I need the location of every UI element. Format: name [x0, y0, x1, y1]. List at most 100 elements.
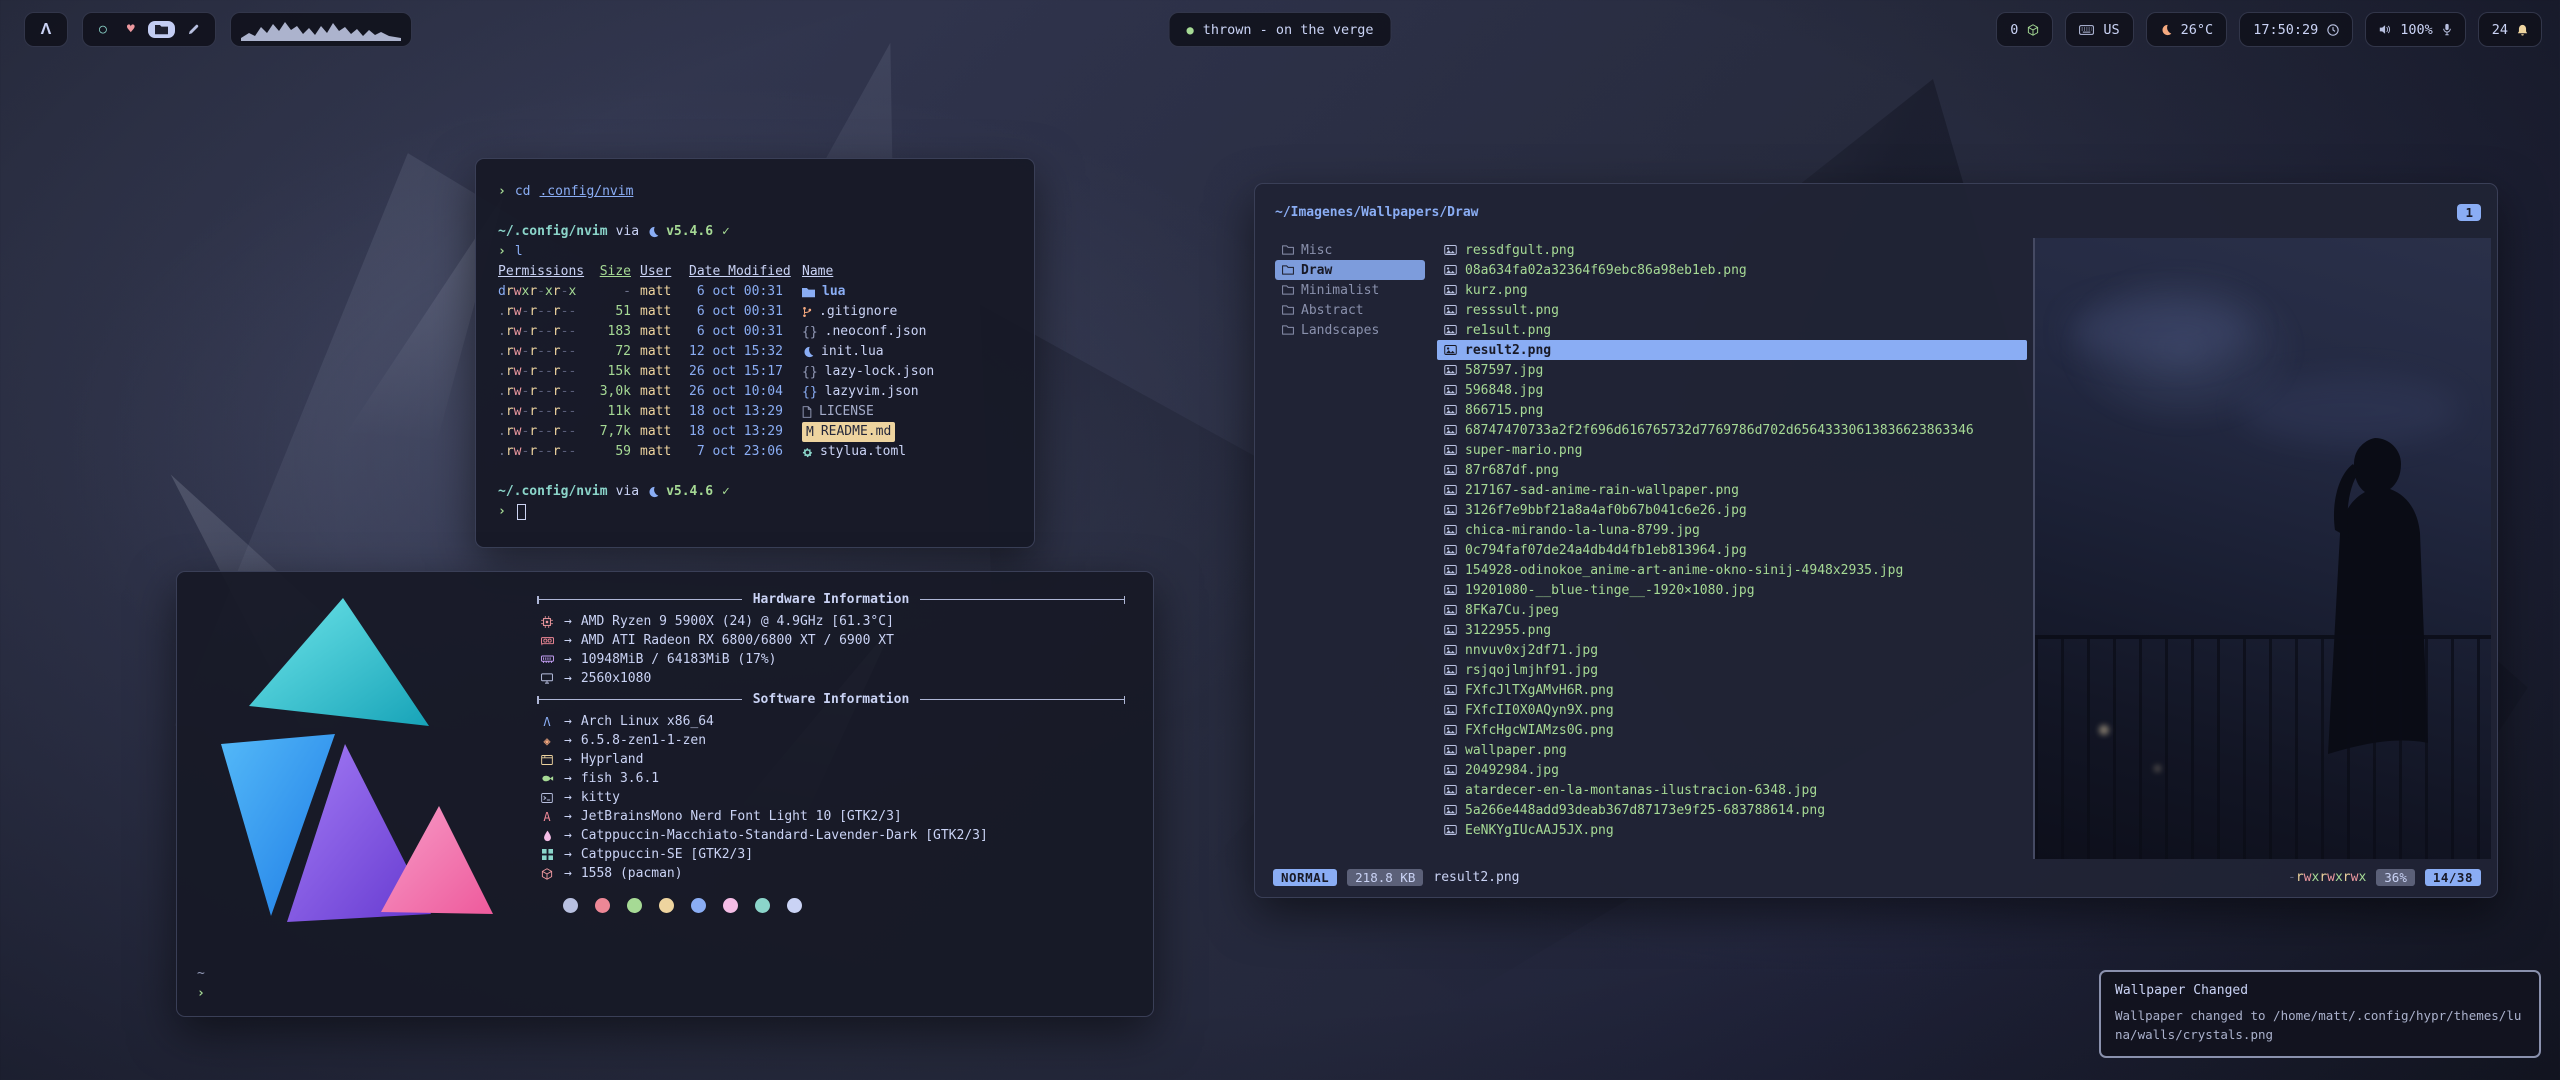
file-permissions: -rwxrwxrwx	[2288, 870, 2366, 885]
image-icon	[1444, 325, 1457, 335]
file-name: chica-mirando-la-luna-8799.jpg	[1465, 523, 1700, 538]
file-row[interactable]: 0c794faf07de24a4db4d4fb1eb813964.jpg	[1437, 540, 2027, 560]
palette-dot	[691, 898, 706, 913]
file-row[interactable]: re1sult.png	[1437, 320, 2027, 340]
clock-value: 17:50:29	[2253, 22, 2318, 38]
size-cell: 72	[587, 342, 631, 362]
listing-row: .rw-r--r--11kmatt18 oct 13:29LICENSE	[498, 402, 1012, 422]
header-size: Size	[587, 262, 631, 282]
file-row[interactable]: 217167-sad-anime-rain-wallpaper.png	[1437, 480, 2027, 500]
date-cell: 18 oct 13:29	[689, 402, 793, 422]
name-cell: MREADME.md	[802, 422, 895, 442]
workspace-1-button[interactable]: ○	[92, 20, 114, 39]
file-row[interactable]: 5a266e448add93deab367d87173e9f25-6837886…	[1437, 800, 2027, 820]
arrow-icon: →	[564, 864, 572, 883]
updates-module[interactable]: 0	[1996, 12, 2053, 47]
sidebar-item-draw[interactable]: Draw	[1275, 260, 1425, 280]
font-icon: A	[537, 811, 557, 823]
file-name: 596848.jpg	[1465, 383, 1543, 398]
sidebar-item-abstract[interactable]: Abstract	[1275, 300, 1425, 320]
workspace-3-button[interactable]	[148, 21, 175, 38]
file-row[interactable]: 866715.png	[1437, 400, 2027, 420]
image-icon	[1444, 445, 1457, 455]
arrow-icon: →	[564, 807, 572, 826]
keyboard-layout-module[interactable]: US	[2065, 12, 2133, 47]
file-row[interactable]: 08a634fa02a32364f69ebc86a98eb1eb.png	[1437, 260, 2027, 280]
terminal-window[interactable]: ›cd.config/nvim ~/.config/nvimviav5.4.6✓…	[475, 158, 1035, 548]
file-row[interactable]: 68747470733a2f2f696d616765732d7769786d70…	[1437, 420, 2027, 440]
file-row[interactable]: super-mario.png	[1437, 440, 2027, 460]
weather-module[interactable]: 26°C	[2146, 12, 2228, 47]
notifications-module[interactable]: 24	[2478, 12, 2542, 47]
directory-listing: PermissionsSizeUserDate ModifiedName drw…	[498, 262, 1012, 462]
file-row[interactable]: 596848.jpg	[1437, 380, 2027, 400]
file-row[interactable]: 3122955.png	[1437, 620, 2027, 640]
file-row[interactable]: FXfcII0X0AQyn9X.png	[1437, 700, 2027, 720]
file-row[interactable]: FXfcHgcWIAMzs0G.png	[1437, 720, 2027, 740]
sidebar-item-minimalist[interactable]: Minimalist	[1275, 280, 1425, 300]
command-text: l	[515, 242, 523, 262]
app-launcher-button[interactable]: Λ	[24, 12, 68, 47]
icons-icon	[537, 849, 557, 860]
prompt-symbol: ›	[498, 502, 506, 522]
user-cell: matt	[640, 282, 680, 302]
file-row[interactable]: 587597.jpg	[1437, 360, 2027, 380]
image-icon	[1444, 465, 1457, 475]
image-icon	[1444, 345, 1457, 355]
image-icon	[1444, 265, 1457, 275]
volume-module[interactable]: 100%	[2365, 12, 2466, 47]
hardware-section-header: Hardware Information	[537, 590, 1125, 609]
file-row[interactable]: resssult.png	[1437, 300, 2027, 320]
file-row[interactable]: 20492984.jpg	[1437, 760, 2027, 780]
file-row[interactable]: 154928-odinokoe_anime-art-anime-okno-sin…	[1437, 560, 2027, 580]
file-row[interactable]: 3126f7e9bbf21a8a4af0b67b041c6e26.jpg	[1437, 500, 2027, 520]
prompt-context-line: ~/.config/nvimviav5.4.6✓	[498, 222, 1012, 242]
file-row[interactable]: EeNKYgIUcAAJ5JX.png	[1437, 820, 2027, 840]
palette-dot	[787, 898, 802, 913]
wm-info-line: →Hyprland	[537, 750, 1125, 769]
workspace-4-button[interactable]	[181, 21, 206, 38]
file-row[interactable]: ressdfgult.png	[1437, 240, 2027, 260]
file-row[interactable]: 87r687df.png	[1437, 460, 2027, 480]
prompt-symbol: ›	[197, 984, 205, 1004]
file-row[interactable]: nnvuv0xj2df71.jpg	[1437, 640, 2027, 660]
media-player-module[interactable]: ● thrown - on the verge	[1169, 12, 1392, 47]
file-row[interactable]: rsjqojlmjhf91.jpg	[1437, 660, 2027, 680]
audio-visualizer[interactable]	[230, 12, 412, 47]
notification-title: Wallpaper Changed	[2115, 983, 2525, 998]
file-name: lazy-lock.json	[825, 362, 935, 382]
list-position-badge: 14/38	[2425, 869, 2481, 886]
command-text: cd	[515, 182, 531, 202]
palette-dot	[563, 898, 578, 913]
file-manager-window[interactable]: ~/Imagenes/Wallpapers/Draw 1 MiscDrawMin…	[1254, 183, 2498, 898]
file-name: 3126f7e9bbf21a8a4af0b67b041c6e26.jpg	[1465, 503, 1747, 518]
file-row[interactable]: result2.png	[1437, 340, 2027, 360]
file-row[interactable]: atardecer-en-la-montanas-ilustracion-634…	[1437, 780, 2027, 800]
image-icon	[1444, 285, 1457, 295]
clock-module[interactable]: 17:50:29	[2239, 12, 2353, 47]
file-row[interactable]: wallpaper.png	[1437, 740, 2027, 760]
updates-value: 0	[2010, 22, 2018, 38]
sidebar-item-misc[interactable]: Misc	[1275, 240, 1425, 260]
notification-popup[interactable]: Wallpaper Changed Wallpaper changed to /…	[2099, 970, 2541, 1058]
name-cell: .gitignore	[802, 302, 1012, 322]
file-row[interactable]: 19201080-__blue-tinge__-1920×1080.jpg	[1437, 580, 2027, 600]
file-row[interactable]: kurz.png	[1437, 280, 2027, 300]
theme-info-line: →Catppuccin-Macchiato-Standard-Lavender-…	[537, 826, 1125, 845]
terminal-cursor	[517, 504, 526, 520]
folder-open-icon	[1282, 305, 1294, 315]
file-row[interactable]: chica-mirando-la-luna-8799.jpg	[1437, 520, 2027, 540]
gpu-value: AMD ATI Radeon RX 6800/6800 XT / 6900 XT	[581, 631, 894, 650]
file-row[interactable]: FXfcJlTXgAMvH6R.png	[1437, 680, 2027, 700]
mode-indicator: NORMAL	[1273, 869, 1337, 886]
fastfetch-window[interactable]: Hardware Information →AMD Ryzen 9 5900X …	[176, 571, 1154, 1017]
shell-info-line: →fish 3.6.1	[537, 769, 1125, 788]
file-row[interactable]: 8FKa7Cu.jpeg	[1437, 600, 2027, 620]
sidebar-item-landscapes[interactable]: Landscapes	[1275, 320, 1425, 340]
notification-body: Wallpaper changed to /home/matt/.config/…	[2115, 1006, 2525, 1045]
lua-version: v5.4.6	[666, 482, 713, 502]
os-value: Arch Linux x86_64	[581, 712, 714, 731]
file-name: LICENSE	[819, 402, 874, 422]
terminal-input-line[interactable]: ›	[498, 502, 1012, 522]
workspace-2-button[interactable]: ♥	[120, 20, 142, 39]
